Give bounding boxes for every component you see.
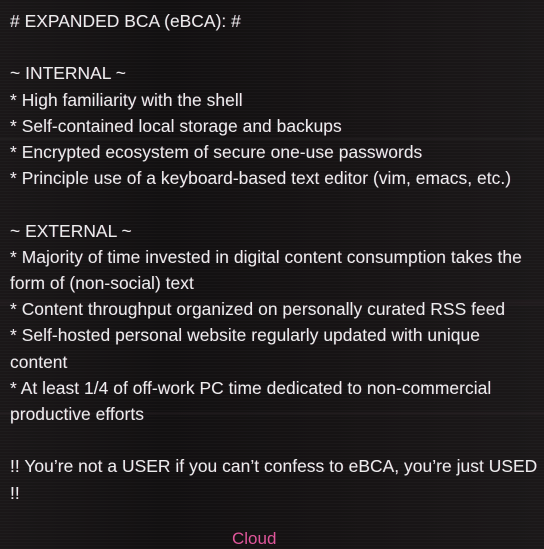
heading: # EXPANDED BCA (eBCA): #	[10, 11, 241, 31]
internal-title: ~ INTERNAL ~	[10, 63, 126, 84]
internal-item: * High familiarity with the shell	[10, 89, 243, 110]
cloud-link[interactable]: Cloud	[232, 529, 276, 549]
footer-note: !! You’re not a USER if you can’t confes…	[10, 456, 538, 503]
internal-item: * Self-contained local storage and backu…	[10, 115, 342, 136]
external-item: * At least 1/4 of off-work PC time dedic…	[10, 377, 492, 425]
external-item: * Content throughput organized on person…	[10, 299, 506, 320]
external-item: * Self-hosted personal website regularly…	[10, 325, 480, 372]
external-item: * Majority of time invested in digital c…	[10, 246, 522, 293]
internal-item: * Principle use of a keyboard-based text…	[10, 168, 512, 189]
external-title: ~ EXTERNAL ~	[10, 220, 132, 241]
internal-item: * Encrypted ecosystem of secure one-use …	[10, 142, 423, 162]
text-block: # EXPANDED BCA (eBCA): # ~ INTERNAL ~ * …	[10, 8, 540, 506]
